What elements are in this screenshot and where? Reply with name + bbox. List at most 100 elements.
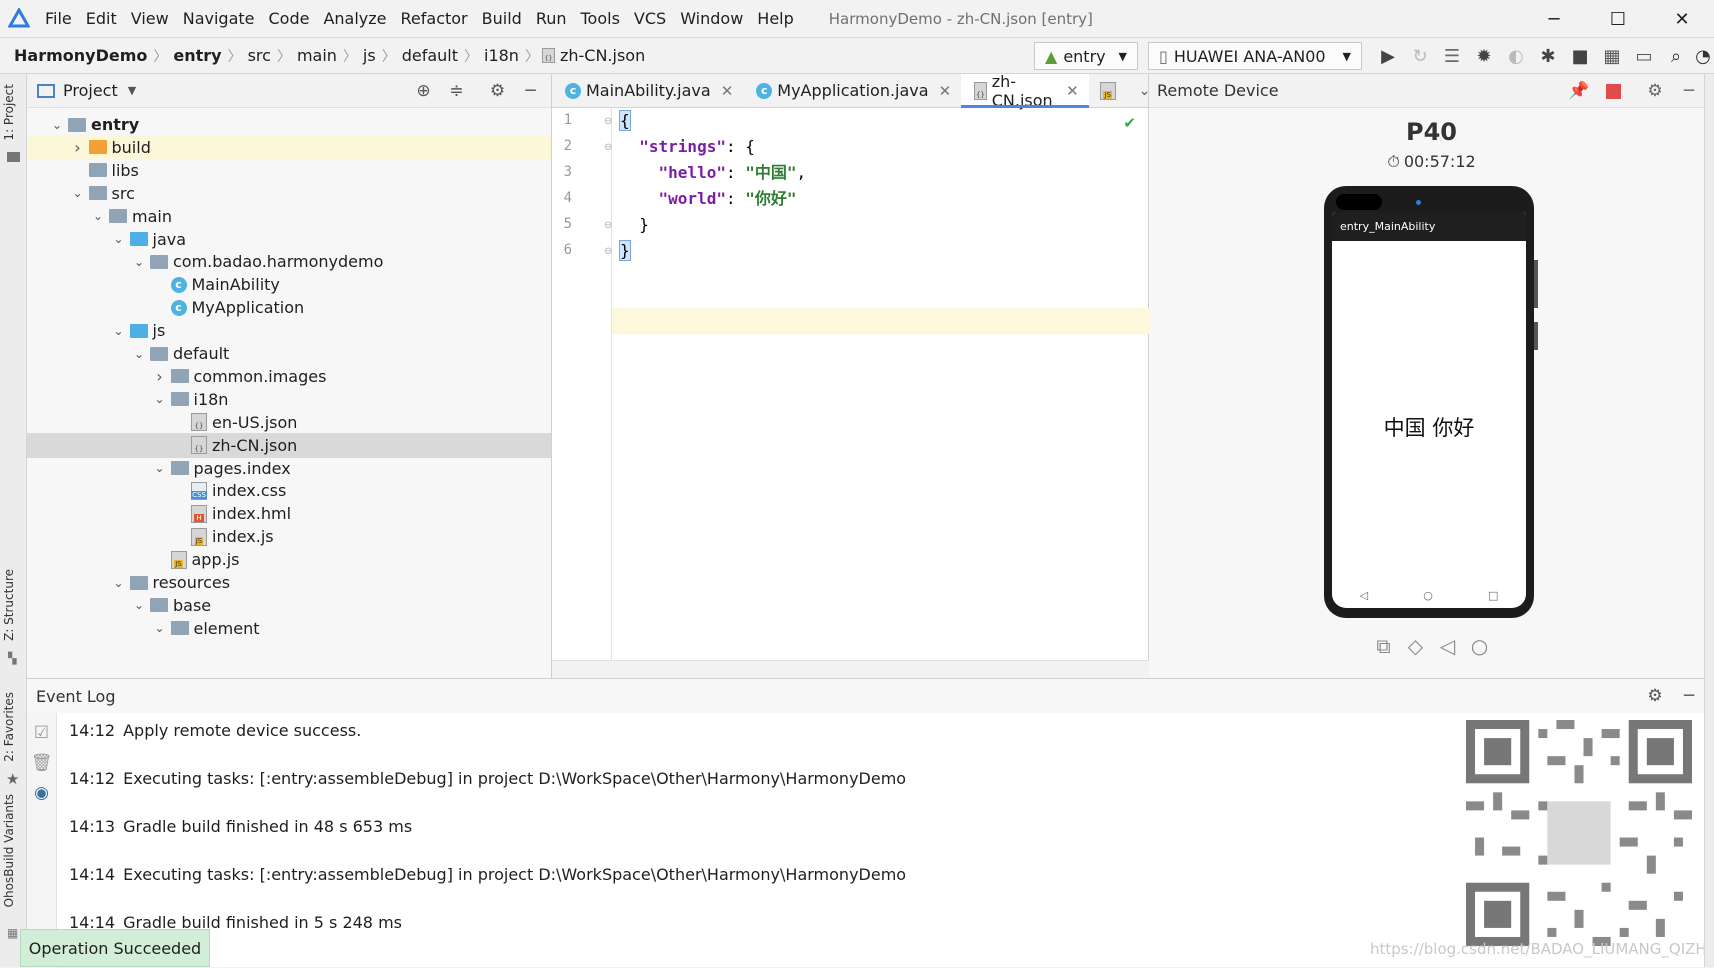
chevron-down-icon[interactable]: ⌄ <box>111 324 127 338</box>
close-icon[interactable]: ✕ <box>1650 0 1714 38</box>
back-icon[interactable]: ◁ <box>1360 589 1368 602</box>
breadcrumb-entry[interactable]: entry <box>167 46 227 65</box>
tree-item[interactable]: ⌄ com.badao.harmonydemo <box>27 249 551 274</box>
chevron-down-icon[interactable]: ⌄ <box>152 621 168 635</box>
gear-icon[interactable]: ⚙ <box>1638 81 1672 101</box>
menu-run[interactable]: Run <box>529 9 574 28</box>
tree-item[interactable]: {} en-US.json <box>27 410 551 435</box>
chevron-down-icon[interactable]: ⌄ <box>70 186 86 200</box>
chevron-down-icon[interactable]: ⌄ <box>152 461 168 475</box>
close-tab-icon[interactable]: ✕ <box>721 82 734 100</box>
tree-item[interactable]: ⌄ src <box>27 181 551 206</box>
trash-icon[interactable]: 🗑 <box>27 753 56 773</box>
menu-build[interactable]: Build <box>475 9 529 28</box>
chevron-down-icon[interactable]: ⌄ <box>131 255 147 269</box>
fold-icon[interactable]: ⊖ <box>604 142 612 153</box>
fold-icon[interactable]: ⊖ <box>604 220 612 231</box>
tree-item[interactable]: JS index.js <box>27 524 551 549</box>
chevron-down-icon[interactable]: ▼ <box>128 84 136 97</box>
breadcrumb-main[interactable]: main <box>291 46 343 65</box>
tree-item[interactable]: ⌄ base <box>27 593 551 618</box>
chevron-down-icon[interactable]: ⌄ <box>49 118 65 132</box>
tree-item[interactable]: ⌄ js <box>27 318 551 343</box>
search-icon[interactable]: ⌕ <box>1660 40 1692 72</box>
chevron-right-icon[interactable]: › <box>152 367 168 386</box>
breadcrumb-default[interactable]: default <box>396 46 464 65</box>
menu-analyze[interactable]: Analyze <box>316 9 393 28</box>
minimize-icon[interactable]: ─ <box>1522 0 1586 38</box>
gear-icon[interactable]: ⚙ <box>1638 686 1672 706</box>
debug-icon[interactable]: ✹ <box>1468 40 1500 72</box>
mark-read-icon[interactable]: ☑ <box>27 723 56 743</box>
tree-item[interactable]: CSS index.css <box>27 478 551 503</box>
hide-icon[interactable]: ─ <box>514 81 547 101</box>
tree-item[interactable]: ⌄ java <box>27 227 551 252</box>
locate-icon[interactable]: ⊕ <box>407 81 440 101</box>
hide-icon[interactable]: ─ <box>1672 81 1706 101</box>
tree-item[interactable]: ⌄ default <box>27 341 551 366</box>
tab-build-variants[interactable]: OhosBuild Variants <box>2 794 16 907</box>
project-structure-icon[interactable]: ▦ <box>1596 40 1628 72</box>
menu-edit[interactable]: Edit <box>79 9 124 28</box>
tab-mainability-java[interactable]: c MainAbility.java ✕ <box>552 74 743 107</box>
module-select[interactable]: ▲ entry ▼ <box>1034 42 1138 70</box>
home-icon[interactable]: ○ <box>1423 589 1433 602</box>
profile-icon[interactable]: ◐ <box>1500 40 1532 72</box>
close-tab-icon[interactable]: ✕ <box>1066 82 1079 100</box>
chevron-down-icon[interactable]: ⌄ <box>111 232 127 246</box>
menu-refactor[interactable]: Refactor <box>394 9 475 28</box>
tree-item[interactable]: JS app.js <box>27 547 551 572</box>
menu-view[interactable]: View <box>124 9 176 28</box>
rotate-icon[interactable]: ⧉ <box>1368 634 1400 658</box>
list-icon[interactable]: ☰ <box>1436 40 1468 72</box>
device-manager-icon[interactable]: ▭ <box>1628 40 1660 72</box>
recents-icon[interactable]: □ <box>1488 589 1498 602</box>
tree-item[interactable]: c MyApplication <box>27 295 551 320</box>
close-tab-icon[interactable]: ✕ <box>939 82 952 100</box>
code-line-3[interactable]: "hello": "中国", <box>620 160 807 186</box>
chevron-down-icon[interactable]: ⌄ <box>152 392 168 406</box>
tree-item[interactable]: ⌄ entry <box>27 112 551 137</box>
tree-item[interactable]: ⌄ i18n <box>27 387 551 412</box>
code-line-2[interactable]: "strings": { <box>620 134 755 160</box>
stop-icon[interactable]: ■ <box>1564 40 1596 72</box>
menu-window[interactable]: Window <box>673 9 750 28</box>
chevron-down-icon[interactable]: ⌄ <box>90 209 106 223</box>
tab-overflow[interactable]: JS <box>1089 74 1129 107</box>
chevron-down-icon[interactable]: ⌄ <box>131 347 147 361</box>
fold-icon[interactable]: ⊖ <box>604 116 612 127</box>
menu-tools[interactable]: Tools <box>574 9 627 28</box>
tree-item[interactable]: {} zh-CN.json <box>27 432 551 458</box>
tree-item[interactable]: › common.images <box>27 364 551 389</box>
gear-icon[interactable]: ⚙ <box>481 81 514 101</box>
home-icon[interactable]: ○ <box>1464 634 1496 658</box>
device-select[interactable]: ▯ HUAWEI ANA-AN00 ▼ <box>1148 42 1362 70</box>
chevron-down-icon[interactable]: ⌄ <box>111 576 127 590</box>
breadcrumb-src[interactable]: src <box>242 46 277 65</box>
maximize-icon[interactable]: ☐ <box>1586 0 1650 38</box>
tree-item[interactable]: c MainAbility <box>27 272 551 297</box>
menu-code[interactable]: Code <box>262 9 317 28</box>
tree-item[interactable]: Hindex.hml <box>27 501 551 526</box>
tree-item[interactable]: ⌄ main <box>27 204 551 229</box>
clear-icon[interactable]: ◇ <box>1400 634 1432 658</box>
tree-item[interactable]: › build <box>27 134 551 160</box>
pin-icon[interactable]: 📌 <box>1562 81 1596 101</box>
chevron-down-icon[interactable]: ⌄ <box>131 598 147 612</box>
project-view-label[interactable]: Project <box>63 81 118 100</box>
attach-debugger-icon[interactable]: ✱ <box>1532 40 1564 72</box>
code-line-4[interactable]: "world": "你好" <box>620 186 797 212</box>
code-line-5[interactable]: } <box>620 212 649 238</box>
back-icon[interactable]: ◁ <box>1432 634 1464 658</box>
menu-help[interactable]: Help <box>750 9 800 28</box>
tab-zh-cn-json[interactable]: {} zh-CN.json ✕ <box>961 72 1089 110</box>
chevron-right-icon[interactable]: › <box>70 138 86 157</box>
tree-item[interactable]: ⌄ pages.index <box>27 456 551 481</box>
code-line-6[interactable]: } <box>619 238 631 264</box>
breadcrumb-file[interactable]: zh-CN.json <box>560 46 651 65</box>
settings-icon[interactable]: ◉ <box>27 783 56 803</box>
menu-navigate[interactable]: Navigate <box>176 9 262 28</box>
menu-vcs[interactable]: VCS <box>627 9 673 28</box>
tab-project[interactable]: 1: Project <box>2 84 16 141</box>
settings-icon[interactable]: ◔ <box>1692 40 1714 72</box>
